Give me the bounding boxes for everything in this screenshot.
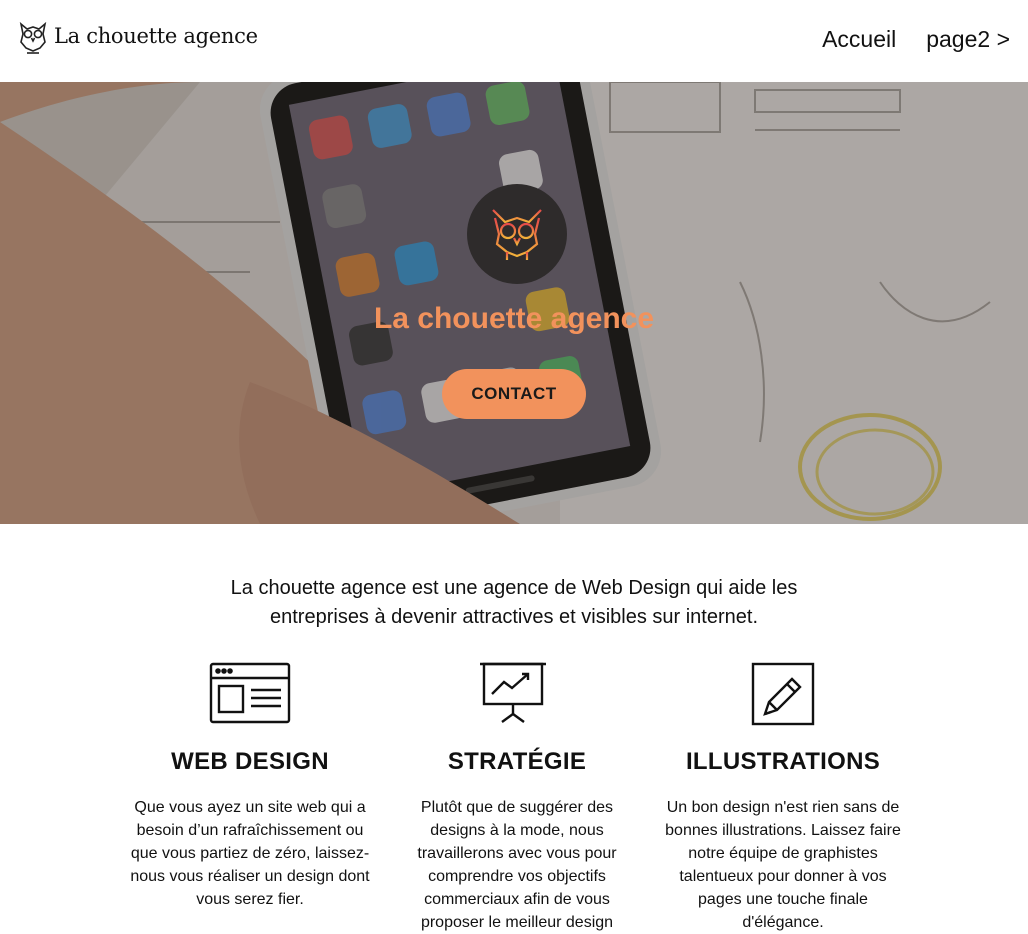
service-strategie: STRATÉGIE Plutôt que de suggérer des des… xyxy=(397,660,637,934)
brand[interactable]: La chouette agence xyxy=(18,18,258,54)
main-nav: Accueil page2 > xyxy=(822,26,1010,53)
service-title: WEB DESIGN xyxy=(171,748,329,775)
service-description: Un bon design n'est rien sans de bonnes … xyxy=(665,799,901,931)
hero-owl-logo xyxy=(467,184,567,284)
hero-banner: La chouette agence CONTACT xyxy=(0,82,1028,524)
intro-text: La chouette agence est une agence de Web… xyxy=(230,577,798,628)
brand-name: La chouette agence xyxy=(54,24,258,48)
strategy-chart-icon xyxy=(480,662,546,723)
service-title: STRATÉGIE xyxy=(447,748,587,775)
contact-button[interactable]: CONTACT xyxy=(442,369,586,419)
owl-logo-icon xyxy=(19,21,47,54)
site-header: La chouette agence Accueil page2 > xyxy=(0,0,1028,82)
nav-link-accueil[interactable]: Accueil xyxy=(822,26,896,53)
pencil-icon xyxy=(751,662,815,726)
service-description: Que vous ayez un site web qui a besoin d… xyxy=(130,799,370,908)
service-description: Plutôt que de suggérer des designs à la … xyxy=(417,799,617,931)
service-title: ILLUSTRATIONS xyxy=(685,748,881,775)
web-design-icon xyxy=(209,662,291,724)
service-web-design: WEB DESIGN Que vous ayez un site web qui… xyxy=(130,660,370,911)
hero-title: La chouette agence xyxy=(373,302,655,335)
owl-icon xyxy=(492,209,542,264)
nav-link-page2[interactable]: page2 > xyxy=(926,26,1010,53)
service-illustrations: ILLUSTRATIONS Un bon design n'est rien s… xyxy=(663,660,903,934)
